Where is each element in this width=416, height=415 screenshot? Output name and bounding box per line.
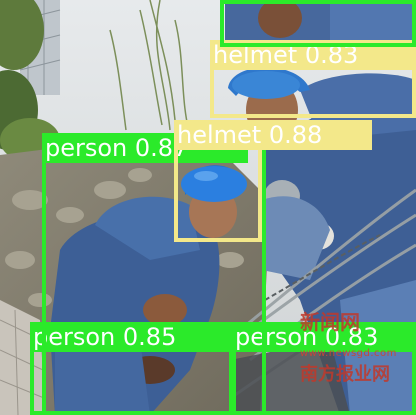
person-bounding-box [220, 0, 416, 47]
watermark-text-bottom: 南方报业网 [300, 364, 390, 385]
helmet-detection-label: helmet 0.88 [174, 120, 372, 150]
watermark-url: www.newsgd.com [300, 348, 397, 359]
watermark-text-top: 新闻网 [300, 310, 360, 334]
detection-image: person 0.85 person 0.83 person 0.87 helmet … [0, 0, 416, 415]
